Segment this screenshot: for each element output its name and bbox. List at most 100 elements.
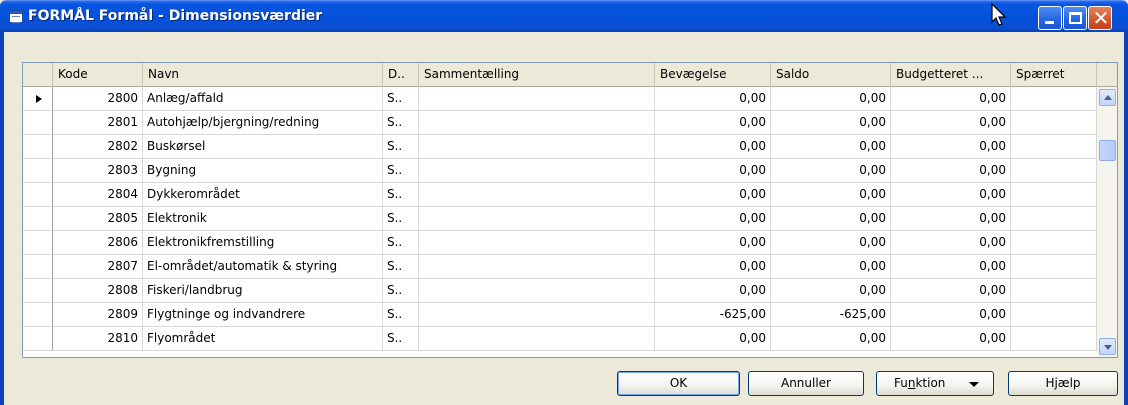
cell-navn[interactable]: Autohjælp/bjergning/redning <box>143 111 383 135</box>
cell-saldo[interactable]: 0,00 <box>771 279 891 303</box>
cell-navn[interactable]: Fiskeri/landbrug <box>143 279 383 303</box>
cell-kode[interactable]: 2801 <box>53 111 143 135</box>
cell-d[interactable]: S.. <box>383 231 419 255</box>
cell-sammentaelling[interactable] <box>419 135 655 159</box>
cell-spaerret[interactable] <box>1011 303 1097 327</box>
cell-saldo[interactable]: 0,00 <box>771 87 891 111</box>
header-navn[interactable]: Navn <box>143 63 383 87</box>
cell-kode[interactable]: 2809 <box>53 303 143 327</box>
title-bar[interactable]: FORMÅL Formål - Dimensionsværdier ✕ <box>0 0 1128 32</box>
header-spaerret[interactable]: Spærret <box>1011 63 1097 87</box>
cell-kode[interactable]: 2805 <box>53 207 143 231</box>
cell-kode[interactable]: 2807 <box>53 255 143 279</box>
header-d[interactable]: D.. <box>383 63 419 87</box>
row-selector[interactable] <box>23 255 53 279</box>
table-row[interactable]: 2800 Anlæg/affald S.. 0,00 0,00 0,00 <box>23 87 1097 111</box>
cell-kode[interactable]: 2810 <box>53 327 143 351</box>
cell-bevaegelse[interactable]: 0,00 <box>655 279 771 303</box>
cell-navn[interactable]: Dykkerområdet <box>143 183 383 207</box>
cell-spaerret[interactable] <box>1011 207 1097 231</box>
cell-spaerret[interactable] <box>1011 255 1097 279</box>
cell-d[interactable]: S.. <box>383 279 419 303</box>
minimize-button[interactable] <box>1038 6 1062 30</box>
cell-d[interactable]: S.. <box>383 183 419 207</box>
cell-navn[interactable]: Elektronikfremstilling <box>143 231 383 255</box>
close-button[interactable]: ✕ <box>1088 6 1112 30</box>
table-row[interactable]: 2810 Flyområdet S.. 0,00 0,00 0,00 <box>23 327 1097 351</box>
row-selector[interactable] <box>23 207 53 231</box>
table-row[interactable]: 2806 Elektronikfremstilling S.. 0,00 0,00 0,0… <box>23 231 1097 255</box>
header-saldo[interactable]: Saldo <box>771 63 891 87</box>
cell-bevaegelse[interactable]: -625,00 <box>655 303 771 327</box>
cell-saldo[interactable]: 0,00 <box>771 255 891 279</box>
row-selector[interactable] <box>23 183 53 207</box>
cell-sammentaelling[interactable] <box>419 183 655 207</box>
cell-spaerret[interactable] <box>1011 279 1097 303</box>
cell-saldo[interactable]: 0,00 <box>771 231 891 255</box>
row-selector[interactable] <box>23 159 53 183</box>
cell-kode[interactable]: 2800 <box>53 87 143 111</box>
table-row[interactable]: 2808 Fiskeri/landbrug S.. 0,00 0,00 0,00 <box>23 279 1097 303</box>
table-row[interactable]: 2802 Buskørsel S.. 0,00 0,00 0,00 <box>23 135 1097 159</box>
table-row[interactable]: 2804 Dykkerområdet S.. 0,00 0,00 0,00 <box>23 183 1097 207</box>
cell-spaerret[interactable] <box>1011 87 1097 111</box>
cell-budgetteret[interactable]: 0,00 <box>891 303 1011 327</box>
cell-budgetteret[interactable]: 0,00 <box>891 111 1011 135</box>
cell-navn[interactable]: Buskørsel <box>143 135 383 159</box>
cell-d[interactable]: S.. <box>383 159 419 183</box>
cell-kode[interactable]: 2806 <box>53 231 143 255</box>
cell-bevaegelse[interactable]: 0,00 <box>655 135 771 159</box>
cell-navn[interactable]: Flyområdet <box>143 327 383 351</box>
function-menu-button[interactable]: Funktion <box>876 371 994 396</box>
cell-d[interactable]: S.. <box>383 111 419 135</box>
vertical-scrollbar[interactable] <box>1097 87 1117 357</box>
cell-saldo[interactable]: 0,00 <box>771 207 891 231</box>
header-sammentaelling[interactable]: Sammentælling <box>419 63 655 87</box>
cell-d[interactable]: S.. <box>383 87 419 111</box>
cell-budgetteret[interactable]: 0,00 <box>891 255 1011 279</box>
cell-bevaegelse[interactable]: 0,00 <box>655 159 771 183</box>
cell-saldo[interactable]: 0,00 <box>771 327 891 351</box>
maximize-button[interactable] <box>1063 6 1087 30</box>
header-kode[interactable]: Kode <box>53 63 143 87</box>
cell-bevaegelse[interactable]: 0,00 <box>655 207 771 231</box>
cell-navn[interactable]: Elektronik <box>143 207 383 231</box>
cell-bevaegelse[interactable]: 0,00 <box>655 111 771 135</box>
table-row[interactable]: 2805 Elektronik S.. 0,00 0,00 0,00 <box>23 207 1097 231</box>
help-button[interactable]: Hjælp <box>1008 371 1118 396</box>
cell-kode[interactable]: 2802 <box>53 135 143 159</box>
cell-spaerret[interactable] <box>1011 159 1097 183</box>
cell-saldo[interactable]: -625,00 <box>771 303 891 327</box>
cell-spaerret[interactable] <box>1011 231 1097 255</box>
table-row[interactable]: 2809 Flygtninge og indvandrere S.. -625,00-… <box>23 303 1097 327</box>
cell-budgetteret[interactable]: 0,00 <box>891 183 1011 207</box>
cell-sammentaelling[interactable] <box>419 87 655 111</box>
cell-sammentaelling[interactable] <box>419 111 655 135</box>
cell-sammentaelling[interactable] <box>419 279 655 303</box>
cell-saldo[interactable]: 0,00 <box>771 135 891 159</box>
header-bevaegelse[interactable]: Bevægelse <box>655 63 771 87</box>
cell-budgetteret[interactable]: 0,00 <box>891 135 1011 159</box>
cell-sammentaelling[interactable] <box>419 303 655 327</box>
cell-bevaegelse[interactable]: 0,00 <box>655 87 771 111</box>
cell-bevaegelse[interactable]: 0,00 <box>655 183 771 207</box>
cell-d[interactable]: S.. <box>383 207 419 231</box>
cell-budgetteret[interactable]: 0,00 <box>891 207 1011 231</box>
cell-d[interactable]: S.. <box>383 135 419 159</box>
scroll-up-icon[interactable] <box>1099 89 1116 106</box>
header-budgetteret[interactable]: Budgetteret ... <box>891 63 1011 87</box>
cell-budgetteret[interactable]: 0,00 <box>891 279 1011 303</box>
cell-bevaegelse[interactable]: 0,00 <box>655 231 771 255</box>
cell-navn[interactable]: Bygning <box>143 159 383 183</box>
cell-sammentaelling[interactable] <box>419 207 655 231</box>
ok-button[interactable]: OK <box>617 371 740 396</box>
cell-spaerret[interactable] <box>1011 111 1097 135</box>
cell-saldo[interactable]: 0,00 <box>771 111 891 135</box>
cell-saldo[interactable]: 0,00 <box>771 183 891 207</box>
table-row[interactable]: 2803 Bygning S.. 0,00 0,00 0,00 <box>23 159 1097 183</box>
cell-budgetteret[interactable]: 0,00 <box>891 327 1011 351</box>
cell-sammentaelling[interactable] <box>419 159 655 183</box>
cell-budgetteret[interactable]: 0,00 <box>891 231 1011 255</box>
cell-spaerret[interactable] <box>1011 135 1097 159</box>
scroll-down-icon[interactable] <box>1099 338 1116 355</box>
